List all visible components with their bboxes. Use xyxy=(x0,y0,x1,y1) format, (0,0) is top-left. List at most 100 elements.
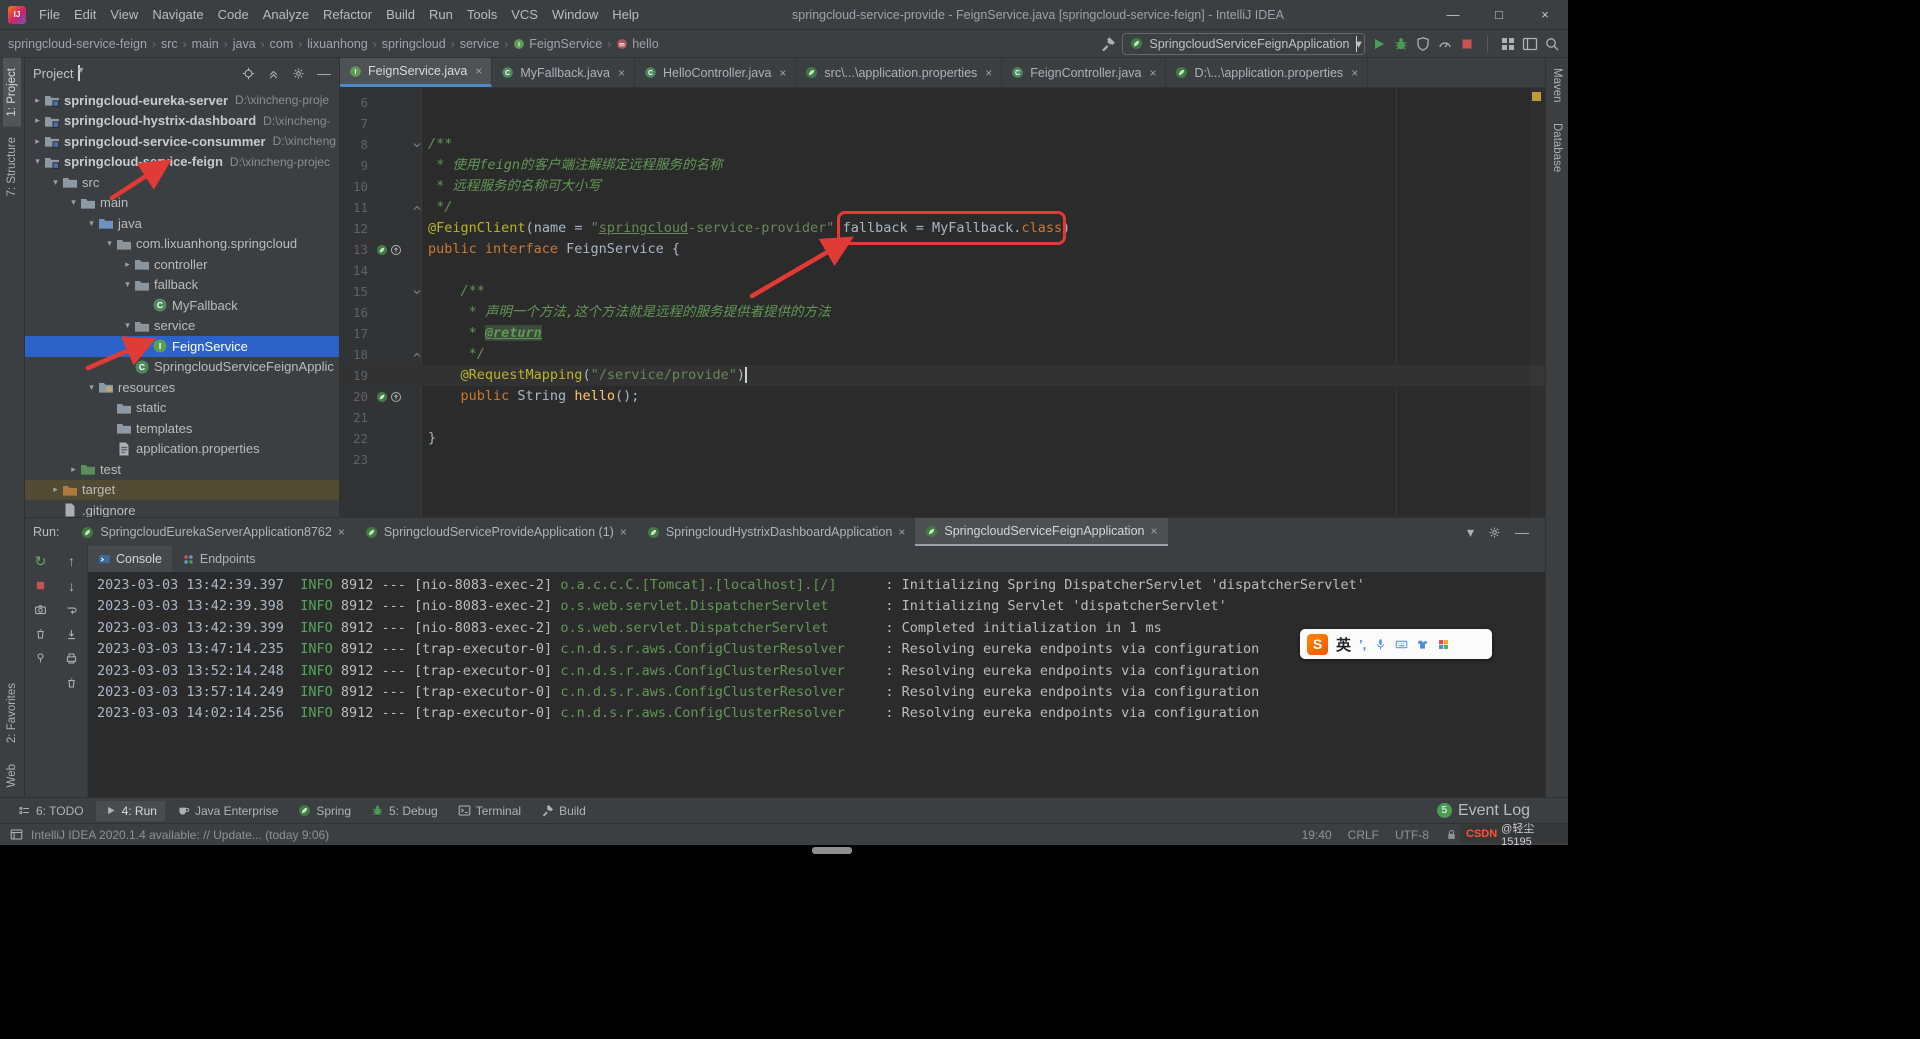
clear-icon[interactable] xyxy=(65,676,78,689)
menu-code[interactable]: Code xyxy=(211,0,256,29)
editor-scrollbar[interactable] xyxy=(1530,88,1545,517)
bottom-tool-build[interactable]: Build xyxy=(533,801,594,821)
chevron-down-icon[interactable]: ▾ xyxy=(1467,525,1474,539)
tree-item-static[interactable]: static xyxy=(25,398,339,419)
spring-bean-icon[interactable] xyxy=(376,244,388,256)
fold-start-icon[interactable] xyxy=(411,286,423,298)
gear-icon[interactable] xyxy=(292,67,305,80)
breadcrumb-item[interactable]: springcloud-service-feign xyxy=(8,37,147,51)
bottom-tool-run[interactable]: 4: Run xyxy=(95,800,165,821)
tool-button-database[interactable]: Database xyxy=(1548,113,1566,182)
toolbox-icon[interactable] xyxy=(1437,638,1450,651)
layout-icon[interactable] xyxy=(1522,36,1538,52)
code-line[interactable]: 9 * 使用feign的客户端注解绑定远程服务的名称 xyxy=(340,155,1545,176)
tree-item-springcloud-hystrix-dashboard[interactable]: ▸ springcloud-hystrix-dashboard D:\xinchen… xyxy=(25,111,339,132)
editor-tab[interactable]: C FeignController.java × xyxy=(1002,58,1167,87)
pin-icon[interactable] xyxy=(34,651,47,664)
profiler-icon[interactable] xyxy=(1437,36,1453,52)
code-line[interactable]: 21 xyxy=(340,407,1545,428)
tree-item-main[interactable]: ▾ main xyxy=(25,193,339,214)
console-tab-endpoints[interactable]: Endpoints xyxy=(172,546,266,572)
thread-dump-icon[interactable] xyxy=(34,603,47,616)
expanded-arrow-icon[interactable]: ▾ xyxy=(121,320,134,331)
microphone-icon[interactable] xyxy=(1374,638,1387,651)
menu-analyze[interactable]: Analyze xyxy=(256,0,316,29)
code-line[interactable]: 6 xyxy=(340,92,1545,113)
editor-tab[interactable]: D:\...\application.properties × xyxy=(1166,58,1369,87)
tool-button-project[interactable]: 1: Project xyxy=(3,58,21,127)
tree-item-springcloud-service-consummer[interactable]: ▸ springcloud-service-consummer D:\xinchen… xyxy=(25,131,339,152)
menu-vcs[interactable]: VCS xyxy=(504,0,545,29)
tree-item-springcloud-eureka-server[interactable]: ▸ springcloud-eureka-server D:\xincheng-pr… xyxy=(25,90,339,111)
code-line[interactable]: 17 * @return xyxy=(340,323,1545,344)
gear-icon[interactable] xyxy=(1488,526,1501,539)
lock-icon[interactable] xyxy=(1445,828,1458,841)
tool-button-maven[interactable]: Maven xyxy=(1548,58,1566,113)
run-configuration-select[interactable]: SpringcloudServiceFeignApplication ▾ xyxy=(1122,32,1365,55)
code-line[interactable]: 23 xyxy=(340,449,1545,470)
editor-tab[interactable]: src\...\application.properties × xyxy=(796,58,1003,87)
tree-item-src[interactable]: ▾ src xyxy=(25,172,339,193)
close-icon[interactable]: × xyxy=(1150,524,1157,538)
coverage-icon[interactable] xyxy=(1415,36,1431,52)
close-button[interactable]: × xyxy=(1522,0,1568,29)
console-tab-console[interactable]: Console xyxy=(88,546,172,572)
bottom-tool-debug[interactable]: 5: Debug xyxy=(363,801,446,821)
keyboard-icon[interactable] xyxy=(1395,638,1408,651)
menu-run[interactable]: Run xyxy=(422,0,460,29)
tool-button-favorites[interactable]: 2: Favorites xyxy=(3,673,21,753)
collapsed-arrow-icon[interactable]: ▸ xyxy=(121,259,134,270)
tree-item-springcloud-service-feign[interactable]: ▾ springcloud-service-feign D:\xincheng-pr… xyxy=(25,152,339,173)
locate-icon[interactable] xyxy=(242,67,255,80)
breadcrumb-item[interactable]: springcloud xyxy=(382,37,446,51)
menu-edit[interactable]: Edit xyxy=(67,0,103,29)
code-line[interactable]: 11 */ xyxy=(340,197,1545,218)
collapsed-arrow-icon[interactable]: ▸ xyxy=(67,464,80,475)
gc-icon[interactable] xyxy=(34,627,47,640)
tree-item-java[interactable]: ▾ java xyxy=(25,213,339,234)
line-ending-indicator[interactable]: CRLF xyxy=(1348,828,1379,842)
stop-icon[interactable] xyxy=(1459,36,1475,52)
rerun-icon[interactable]: ↻ xyxy=(35,554,47,568)
fold-start-icon[interactable] xyxy=(411,139,423,151)
breadcrumb-item[interactable]: java xyxy=(233,37,256,51)
tree-item--gitignore[interactable]: .gitignore xyxy=(25,500,339,517)
punctuation-icon[interactable]: ’, xyxy=(1359,637,1366,652)
menu-help[interactable]: Help xyxy=(605,0,646,29)
close-icon[interactable]: × xyxy=(475,64,482,78)
expanded-arrow-icon[interactable]: ▾ xyxy=(67,197,80,208)
close-icon[interactable]: × xyxy=(1149,66,1156,80)
menu-tools[interactable]: Tools xyxy=(460,0,504,29)
code-editor[interactable]: 6 7 8/** 9 * 使用feign的客户端注解绑定远程服务的名称 10 * 远程服… xyxy=(340,88,1545,517)
close-icon[interactable]: × xyxy=(620,525,627,539)
ime-language-mode[interactable]: 英 xyxy=(1336,634,1351,655)
expanded-arrow-icon[interactable]: ▾ xyxy=(31,156,44,167)
fold-end-icon[interactable] xyxy=(411,202,423,214)
breadcrumb-item[interactable]: m hello xyxy=(616,37,659,51)
code-line[interactable]: 13 public interface FeignService { xyxy=(340,239,1545,260)
soft-wrap-icon[interactable] xyxy=(65,604,78,617)
grid-icon[interactable] xyxy=(1500,36,1516,52)
skin-icon[interactable] xyxy=(1416,638,1429,651)
fold-end-icon[interactable] xyxy=(411,349,423,361)
tree-item-myfallback[interactable]: C MyFallback xyxy=(25,295,339,316)
menu-refactor[interactable]: Refactor xyxy=(316,0,379,29)
run-tab[interactable]: SpringcloudServiceProvideApplication (1)… xyxy=(355,518,637,546)
build-hammer-icon[interactable] xyxy=(1100,36,1116,52)
caret-position[interactable]: 19:40 xyxy=(1302,828,1332,842)
code-line[interactable]: 10 * 远程服务的名称可大小写 xyxy=(340,176,1545,197)
sogou-logo-icon[interactable]: S xyxy=(1307,633,1328,655)
breadcrumb-item[interactable]: com xyxy=(270,37,294,51)
expanded-arrow-icon[interactable]: ▾ xyxy=(85,382,98,393)
minimize-button[interactable]: — xyxy=(1430,0,1476,29)
editor-tab[interactable]: C HelloController.java × xyxy=(635,58,797,87)
collapse-all-icon[interactable] xyxy=(267,67,280,80)
stop-icon[interactable] xyxy=(34,579,47,592)
tree-item-com-lixuanhong-springcloud[interactable]: ▾ com.lixuanhong.springcloud xyxy=(25,234,339,255)
run-tab[interactable]: SpringcloudEurekaServerApplication8762 × xyxy=(71,518,354,546)
collapsed-arrow-icon[interactable]: ▸ xyxy=(31,136,44,147)
collapsed-arrow-icon[interactable]: ▸ xyxy=(31,95,44,106)
code-line[interactable]: 15 /** xyxy=(340,281,1545,302)
menu-window[interactable]: Window xyxy=(545,0,605,29)
expanded-arrow-icon[interactable]: ▾ xyxy=(49,177,62,188)
